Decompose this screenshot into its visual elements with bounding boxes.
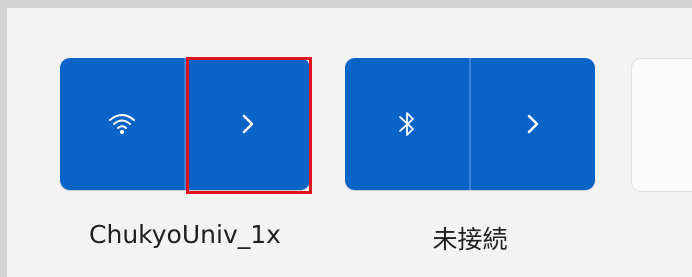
bluetooth-tile	[345, 58, 595, 190]
bluetooth-expand-button[interactable]	[471, 58, 595, 190]
bluetooth-status-label: 未接続	[432, 225, 508, 254]
wifi-network-label: ChukyoUniv_1x	[89, 220, 281, 249]
wifi-icon	[109, 114, 135, 134]
next-quick-setting-tile[interactable]	[631, 58, 692, 192]
bluetooth-toggle-button[interactable]	[345, 58, 469, 190]
chevron-right-icon	[527, 114, 539, 134]
highlight-box	[186, 57, 312, 194]
bluetooth-icon	[399, 112, 414, 136]
wifi-toggle-button[interactable]	[60, 58, 184, 190]
